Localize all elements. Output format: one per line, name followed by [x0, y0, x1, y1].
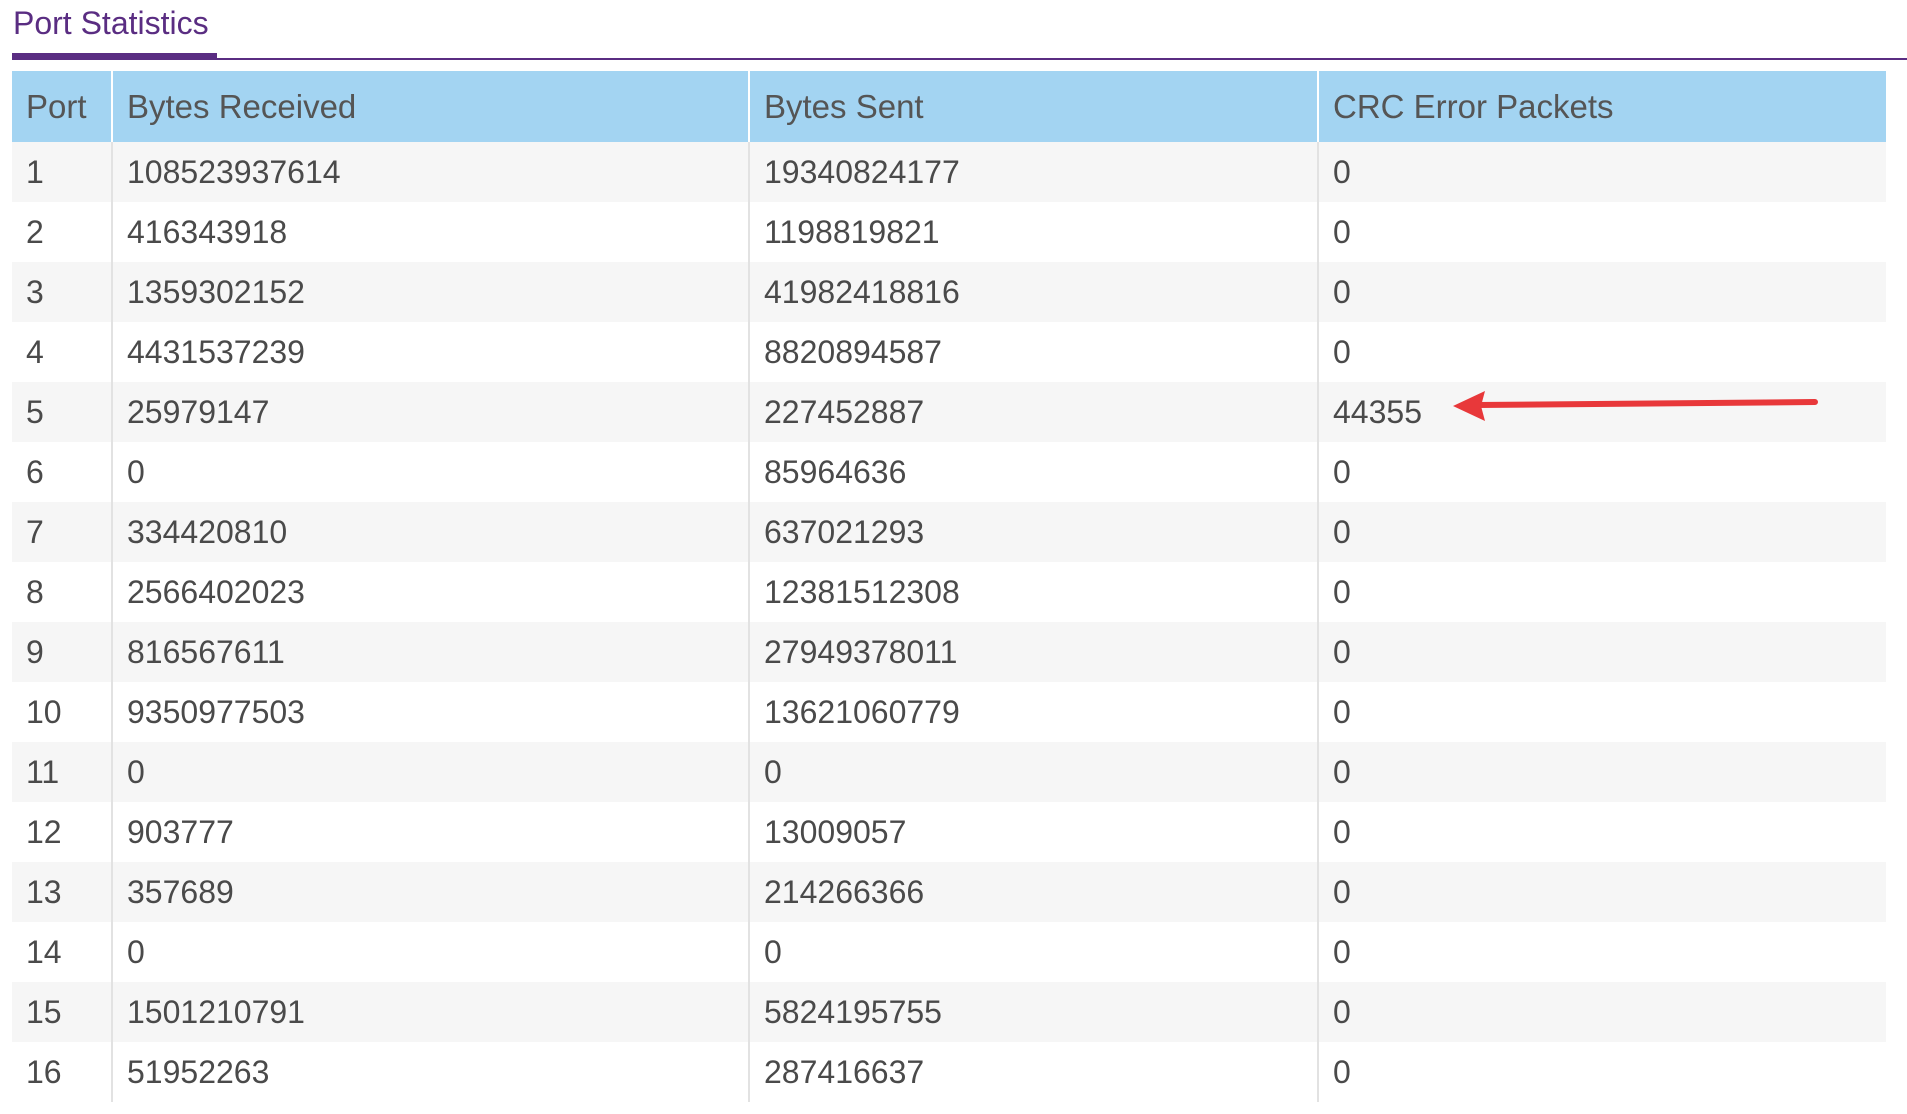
cell-bytes-sent: 214266366 — [748, 862, 1318, 922]
table-row: 7 334420810 637021293 0 — [12, 502, 1886, 562]
cell-port: 16 — [12, 1042, 112, 1102]
cell-port: 5 — [12, 382, 112, 442]
cell-bytes-sent: 41982418816 — [748, 262, 1318, 322]
cell-port: 6 — [12, 442, 112, 502]
table-row: 6 0 85964636 0 — [12, 442, 1886, 502]
cell-bytes-received: 1501210791 — [111, 982, 749, 1042]
cell-crc-error-packets: 0 — [1317, 142, 1886, 202]
table-row: 9 816567611 27949378011 0 — [12, 622, 1886, 682]
table-row: 8 2566402023 12381512308 0 — [12, 562, 1886, 622]
column-header-bytes-sent: Bytes Sent — [748, 71, 1318, 142]
cell-bytes-sent: 27949378011 — [748, 622, 1318, 682]
cell-bytes-received: 9350977503 — [111, 682, 749, 742]
table-row: 4 4431537239 8820894587 0 — [12, 322, 1886, 382]
cell-crc-error-packets: 0 — [1317, 682, 1886, 742]
cell-bytes-received: 4431537239 — [111, 322, 749, 382]
table-row: 12 903777 13009057 0 — [12, 802, 1886, 862]
cell-bytes-received: 2566402023 — [111, 562, 749, 622]
table-row: 15 1501210791 5824195755 0 — [12, 982, 1886, 1042]
table-row: 3 1359302152 41982418816 0 — [12, 262, 1886, 322]
tab-port-statistics[interactable]: Port Statistics — [12, 0, 217, 60]
column-header-port: Port — [12, 71, 112, 142]
table-row: 2 416343918 1198819821 0 — [12, 202, 1886, 262]
cell-crc-error-packets: 0 — [1317, 442, 1886, 502]
cell-port: 2 — [12, 202, 112, 262]
cell-port: 8 — [12, 562, 112, 622]
cell-bytes-received: 0 — [111, 742, 749, 802]
table-row: 14 0 0 0 — [12, 922, 1886, 982]
cell-bytes-sent: 1198819821 — [748, 202, 1318, 262]
cell-port: 1 — [12, 142, 112, 202]
cell-bytes-sent: 227452887 — [748, 382, 1318, 442]
annotation-arrow — [1453, 391, 1818, 421]
table-body: 1 108523937614 19340824177 0 2 416343918 11988… — [12, 142, 1886, 1102]
table-row: 13 357689 214266366 0 — [12, 862, 1886, 922]
cell-bytes-sent: 637021293 — [748, 502, 1318, 562]
cell-crc-error-packets: 0 — [1317, 1042, 1886, 1102]
table-row: 1 108523937614 19340824177 0 — [12, 142, 1886, 202]
column-header-crc-error-packets: CRC Error Packets — [1317, 71, 1886, 142]
cell-bytes-sent: 8820894587 — [748, 322, 1318, 382]
cell-crc-error-packets: 0 — [1317, 262, 1886, 322]
cell-bytes-sent: 19340824177 — [748, 142, 1318, 202]
cell-bytes-received: 334420810 — [111, 502, 749, 562]
cell-bytes-sent: 287416637 — [748, 1042, 1318, 1102]
cell-bytes-received: 51952263 — [111, 1042, 749, 1102]
cell-port: 10 — [12, 682, 112, 742]
cell-port: 9 — [12, 622, 112, 682]
cell-bytes-received: 0 — [111, 922, 749, 982]
cell-port: 3 — [12, 262, 112, 322]
cell-port: 15 — [12, 982, 112, 1042]
cell-port: 14 — [12, 922, 112, 982]
column-header-bytes-received: Bytes Received — [111, 71, 749, 142]
table-row: 10 9350977503 13621060779 0 — [12, 682, 1886, 742]
cell-port: 11 — [12, 742, 112, 802]
cell-bytes-sent: 13621060779 — [748, 682, 1318, 742]
cell-bytes-received: 903777 — [111, 802, 749, 862]
cell-bytes-sent: 0 — [748, 922, 1318, 982]
cell-port: 12 — [12, 802, 112, 862]
cell-bytes-received: 25979147 — [111, 382, 749, 442]
cell-bytes-received: 1359302152 — [111, 262, 749, 322]
port-statistics-page: Port Statistics Port Bytes Received Byte… — [0, 0, 1907, 1114]
cell-bytes-received: 108523937614 — [111, 142, 749, 202]
cell-crc-error-packets: 0 — [1317, 922, 1886, 982]
cell-crc-error-packets: 0 — [1317, 502, 1886, 562]
cell-bytes-sent: 5824195755 — [748, 982, 1318, 1042]
table-row: 16 51952263 287416637 0 — [12, 1042, 1886, 1102]
cell-bytes-sent: 85964636 — [748, 442, 1318, 502]
cell-crc-error-packets: 0 — [1317, 322, 1886, 382]
cell-crc-error-packets: 0 — [1317, 622, 1886, 682]
cell-port: 4 — [12, 322, 112, 382]
annotation-arrow-shaft — [1474, 399, 1818, 408]
tab-bar: Port Statistics — [12, 0, 1907, 60]
cell-bytes-received: 816567611 — [111, 622, 749, 682]
annotation-arrow-head — [1453, 391, 1485, 421]
cell-crc-error-packets: 0 — [1317, 982, 1886, 1042]
cell-bytes-received: 416343918 — [111, 202, 749, 262]
port-statistics-table: Port Bytes Received Bytes Sent CRC Error… — [12, 71, 1886, 1102]
cell-port: 7 — [12, 502, 112, 562]
cell-bytes-received: 357689 — [111, 862, 749, 922]
cell-bytes-sent: 0 — [748, 742, 1318, 802]
cell-bytes-received: 0 — [111, 442, 749, 502]
cell-crc-error-packets: 0 — [1317, 862, 1886, 922]
cell-bytes-sent: 13009057 — [748, 802, 1318, 862]
cell-bytes-sent: 12381512308 — [748, 562, 1318, 622]
cell-crc-error-packets: 0 — [1317, 202, 1886, 262]
table-row: 11 0 0 0 — [12, 742, 1886, 802]
cell-crc-error-packets: 0 — [1317, 742, 1886, 802]
cell-crc-error-packets: 0 — [1317, 802, 1886, 862]
cell-port: 13 — [12, 862, 112, 922]
cell-crc-error-packets: 0 — [1317, 562, 1886, 622]
table-header-row: Port Bytes Received Bytes Sent CRC Error… — [12, 71, 1886, 142]
